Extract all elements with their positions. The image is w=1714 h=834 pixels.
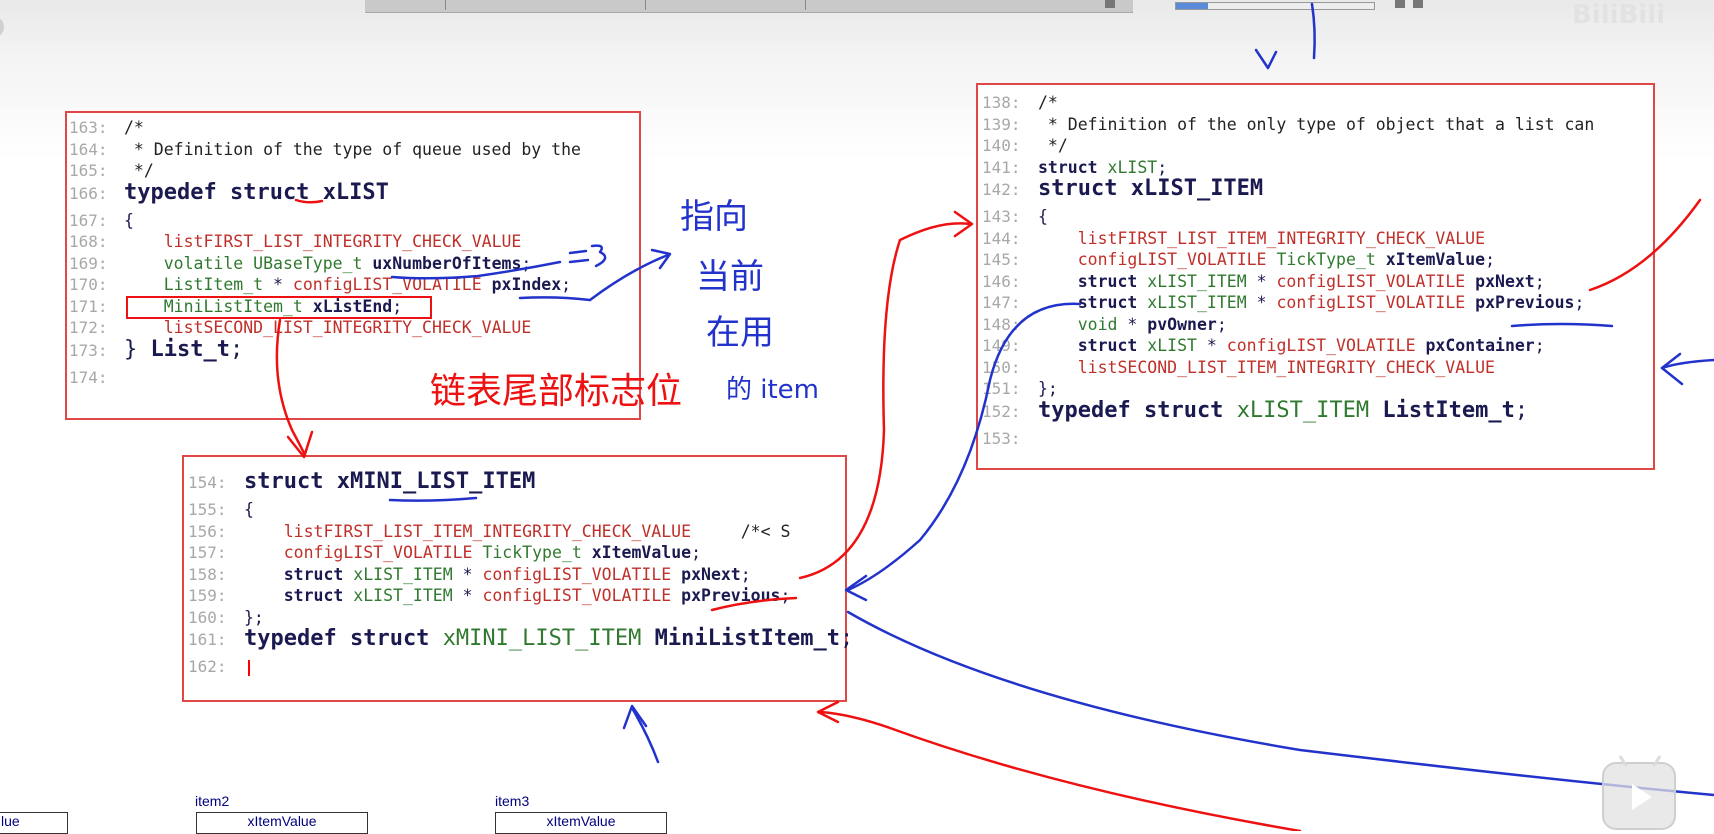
handwriting-line-1: 指向 — [680, 197, 748, 237]
arrow-bottom-to-mini — [818, 710, 1302, 831]
arrow-pxnext-to-listitem — [798, 222, 972, 580]
annotation-three — [590, 244, 607, 268]
annotation-equals — [568, 249, 590, 264]
top-arrow-down — [1254, 48, 1278, 70]
line-pxnext-right — [1588, 198, 1702, 292]
underline-pxprevious-mini — [710, 596, 798, 612]
arrowhead-right-panel — [1660, 352, 1684, 386]
play-button[interactable] — [1602, 755, 1676, 830]
underline-xmini — [388, 496, 478, 502]
handwriting-line-2: 当前 — [696, 257, 764, 297]
handwriting-line-3: 在用 — [706, 313, 774, 353]
arrowhead-pxprevious — [844, 574, 868, 602]
line-mini-to-bottom-right — [846, 610, 1714, 797]
top-stroke-1 — [1310, 2, 1316, 60]
underline-uxnumberofitems — [390, 260, 562, 280]
pen-annotations: 指向 当前 在用 的 item — [275, 2, 1714, 831]
arrow-up-to-mini — [630, 706, 660, 764]
play-icon — [1632, 784, 1652, 810]
tv-ears-icon — [1618, 755, 1662, 766]
handwriting-line-4: 的 item — [726, 375, 819, 405]
underline-xlist — [294, 198, 324, 204]
arrow-xlistend-to-mini — [275, 318, 307, 457]
underline-pxprevious-right — [1510, 322, 1614, 328]
underline-pxindex — [518, 296, 592, 302]
